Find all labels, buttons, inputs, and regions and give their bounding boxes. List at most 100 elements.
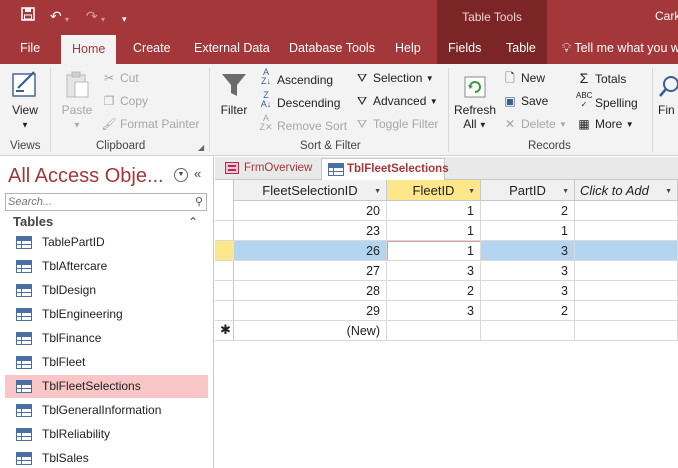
record-selector[interactable] bbox=[215, 221, 234, 241]
table-cell[interactable]: 3 bbox=[481, 241, 575, 261]
delete-record-button[interactable]: ✕ Delete ▼ bbox=[502, 114, 567, 134]
find-button[interactable]: Fin bbox=[658, 74, 678, 117]
record-selector[interactable] bbox=[215, 281, 234, 301]
table-cell[interactable]: 28 bbox=[234, 281, 387, 301]
advanced-button[interactable]: ⛛ Advanced ▼ bbox=[354, 91, 438, 111]
table-cell[interactable]: 2 bbox=[481, 201, 575, 221]
clipboard-launcher-icon[interactable]: ◢ bbox=[198, 143, 204, 152]
descending-button[interactable]: Z A↓ Descending bbox=[258, 91, 341, 111]
table-cell[interactable]: 27 bbox=[234, 261, 387, 281]
record-selector[interactable] bbox=[215, 201, 234, 221]
table-cell[interactable] bbox=[575, 281, 678, 301]
cut-button[interactable]: ✂ Cut bbox=[101, 68, 139, 88]
column-header[interactable]: PartID ▼ bbox=[481, 180, 575, 201]
table-cell[interactable] bbox=[387, 321, 481, 341]
nav-item-tblaftercare[interactable]: TblAftercare bbox=[5, 255, 208, 278]
filter-button[interactable]: Filter bbox=[216, 70, 252, 117]
table-cell[interactable]: 1 bbox=[387, 221, 481, 241]
undo-dropdown-icon[interactable]: ▾ bbox=[65, 11, 69, 29]
table-cell[interactable]: 1 bbox=[387, 241, 481, 261]
table-cell[interactable] bbox=[575, 321, 678, 341]
selection-button[interactable]: ⛛ Selection ▼ bbox=[354, 68, 434, 88]
tab-help[interactable]: Help bbox=[395, 34, 421, 64]
totals-button[interactable]: Σ Totals bbox=[576, 68, 627, 88]
nav-item-tblfleet[interactable]: TblFleet bbox=[5, 351, 208, 374]
customize-qat-icon[interactable]: ▾ bbox=[122, 10, 127, 28]
table-cell[interactable]: 26 bbox=[234, 241, 387, 261]
more-button[interactable]: ▦ More ▼ bbox=[576, 114, 633, 134]
nav-search-input[interactable] bbox=[6, 194, 186, 210]
table-cell[interactable] bbox=[575, 261, 678, 281]
spelling-button[interactable]: ABC ✓ Spelling bbox=[576, 91, 638, 111]
table-cell[interactable]: 3 bbox=[481, 261, 575, 281]
save-icon[interactable] bbox=[21, 7, 35, 25]
table-cell[interactable] bbox=[575, 201, 678, 221]
nav-item-tblreliability[interactable]: TblReliability bbox=[5, 423, 208, 446]
shutter-bar-collapse-icon[interactable]: « bbox=[194, 166, 201, 181]
table-cell[interactable]: 29 bbox=[234, 301, 387, 321]
table-cell[interactable] bbox=[575, 301, 678, 321]
paste-button[interactable]: Paste ▼ bbox=[58, 70, 96, 131]
nav-item-tablepartid[interactable]: TablePartID bbox=[5, 231, 208, 254]
table-cell[interactable]: 3 bbox=[481, 281, 575, 301]
nav-menu-dropdown-icon[interactable]: ▼ bbox=[174, 168, 188, 182]
column-dropdown-icon[interactable]: ▼ bbox=[468, 181, 475, 202]
tab-file[interactable]: File bbox=[20, 34, 40, 64]
tab-create[interactable]: Create bbox=[133, 34, 171, 64]
tab-database-tools[interactable]: Database Tools bbox=[289, 34, 375, 64]
table-cell[interactable] bbox=[481, 321, 575, 341]
save-record-icon: ▣ bbox=[504, 94, 516, 108]
column-header[interactable]: FleetSelectionID ▼ bbox=[234, 180, 387, 201]
view-dropdown-icon[interactable]: ▼ bbox=[21, 120, 29, 129]
section-collapse-icon[interactable]: ⌃ bbox=[188, 215, 198, 229]
redo-dropdown-icon[interactable]: ▾ bbox=[101, 11, 105, 29]
refresh-all-button[interactable]: Refresh All ▼ bbox=[452, 74, 498, 131]
tab-external-data[interactable]: External Data bbox=[194, 34, 270, 64]
new-record-cell[interactable]: (New) bbox=[234, 321, 387, 341]
record-selector[interactable] bbox=[215, 241, 234, 261]
copy-button[interactable]: ❐ Copy bbox=[101, 91, 148, 111]
column-header[interactable]: FleetID ▼ bbox=[387, 180, 481, 201]
nav-item-tblsales[interactable]: TblSales bbox=[5, 447, 208, 468]
nav-item-tblengineering[interactable]: TblEngineering bbox=[5, 303, 208, 326]
record-selector[interactable] bbox=[215, 261, 234, 281]
nav-pane-title[interactable]: All Access Obje... bbox=[8, 165, 164, 188]
toggle-filter-button[interactable]: ⛛ Toggle Filter bbox=[354, 114, 438, 134]
nav-item-tblgeneralinformation[interactable]: TblGeneralInformation bbox=[5, 399, 208, 422]
column-dropdown-icon[interactable]: ▼ bbox=[665, 181, 672, 202]
click-to-add-column[interactable]: Click to Add ▼ bbox=[575, 180, 678, 201]
table-cell[interactable]: 3 bbox=[387, 301, 481, 321]
nav-item-tblfleetselections[interactable]: TblFleetSelections bbox=[5, 375, 208, 398]
format-painter-button[interactable]: 🖌︎ Format Painter bbox=[101, 114, 199, 134]
table-cell[interactable] bbox=[575, 221, 678, 241]
new-record-button[interactable]: 🗋︎ New bbox=[502, 68, 545, 88]
column-dropdown-icon[interactable]: ▼ bbox=[562, 181, 569, 202]
table-cell[interactable]: 23 bbox=[234, 221, 387, 241]
tab-home[interactable]: Home bbox=[61, 35, 117, 64]
save-record-button[interactable]: ▣ Save bbox=[502, 91, 548, 111]
remove-sort-button[interactable]: A Z✕ Remove Sort bbox=[258, 114, 347, 134]
nav-section-tables[interactable]: Tables bbox=[13, 214, 53, 229]
table-cell[interactable]: 1 bbox=[387, 201, 481, 221]
search-icon[interactable]: ⚲ bbox=[195, 195, 203, 208]
table-cell[interactable]: 2 bbox=[481, 301, 575, 321]
table-cell[interactable]: 1 bbox=[481, 221, 575, 241]
table-cell[interactable]: 2 bbox=[387, 281, 481, 301]
doc-tab-frmoverview[interactable]: FrmOverview bbox=[219, 158, 319, 180]
column-dropdown-icon[interactable]: ▼ bbox=[374, 181, 381, 202]
nav-item-tbldesign[interactable]: TblDesign bbox=[5, 279, 208, 302]
nav-item-tblfinance[interactable]: TblFinance bbox=[5, 327, 208, 350]
table-cell[interactable] bbox=[575, 241, 678, 261]
tab-fields[interactable]: Fields bbox=[448, 34, 481, 64]
tell-me-box[interactable]: 💡︎ Tell me what you w bbox=[562, 34, 678, 62]
redo-icon[interactable]: ↷ bbox=[86, 7, 98, 25]
undo-icon[interactable]: ↶ bbox=[50, 7, 62, 25]
new-record-selector[interactable]: ✱ bbox=[215, 321, 234, 341]
record-selector[interactable] bbox=[215, 301, 234, 321]
doc-tab-tblfleetselections[interactable]: TblFleetSelections bbox=[321, 158, 449, 180]
tab-table[interactable]: Table bbox=[506, 34, 536, 64]
table-cell[interactable]: 20 bbox=[234, 201, 387, 221]
table-cell[interactable]: 3 bbox=[387, 261, 481, 281]
view-button[interactable]: View ▼ bbox=[6, 70, 44, 131]
ascending-button[interactable]: A Z↓ Ascending bbox=[258, 68, 333, 88]
